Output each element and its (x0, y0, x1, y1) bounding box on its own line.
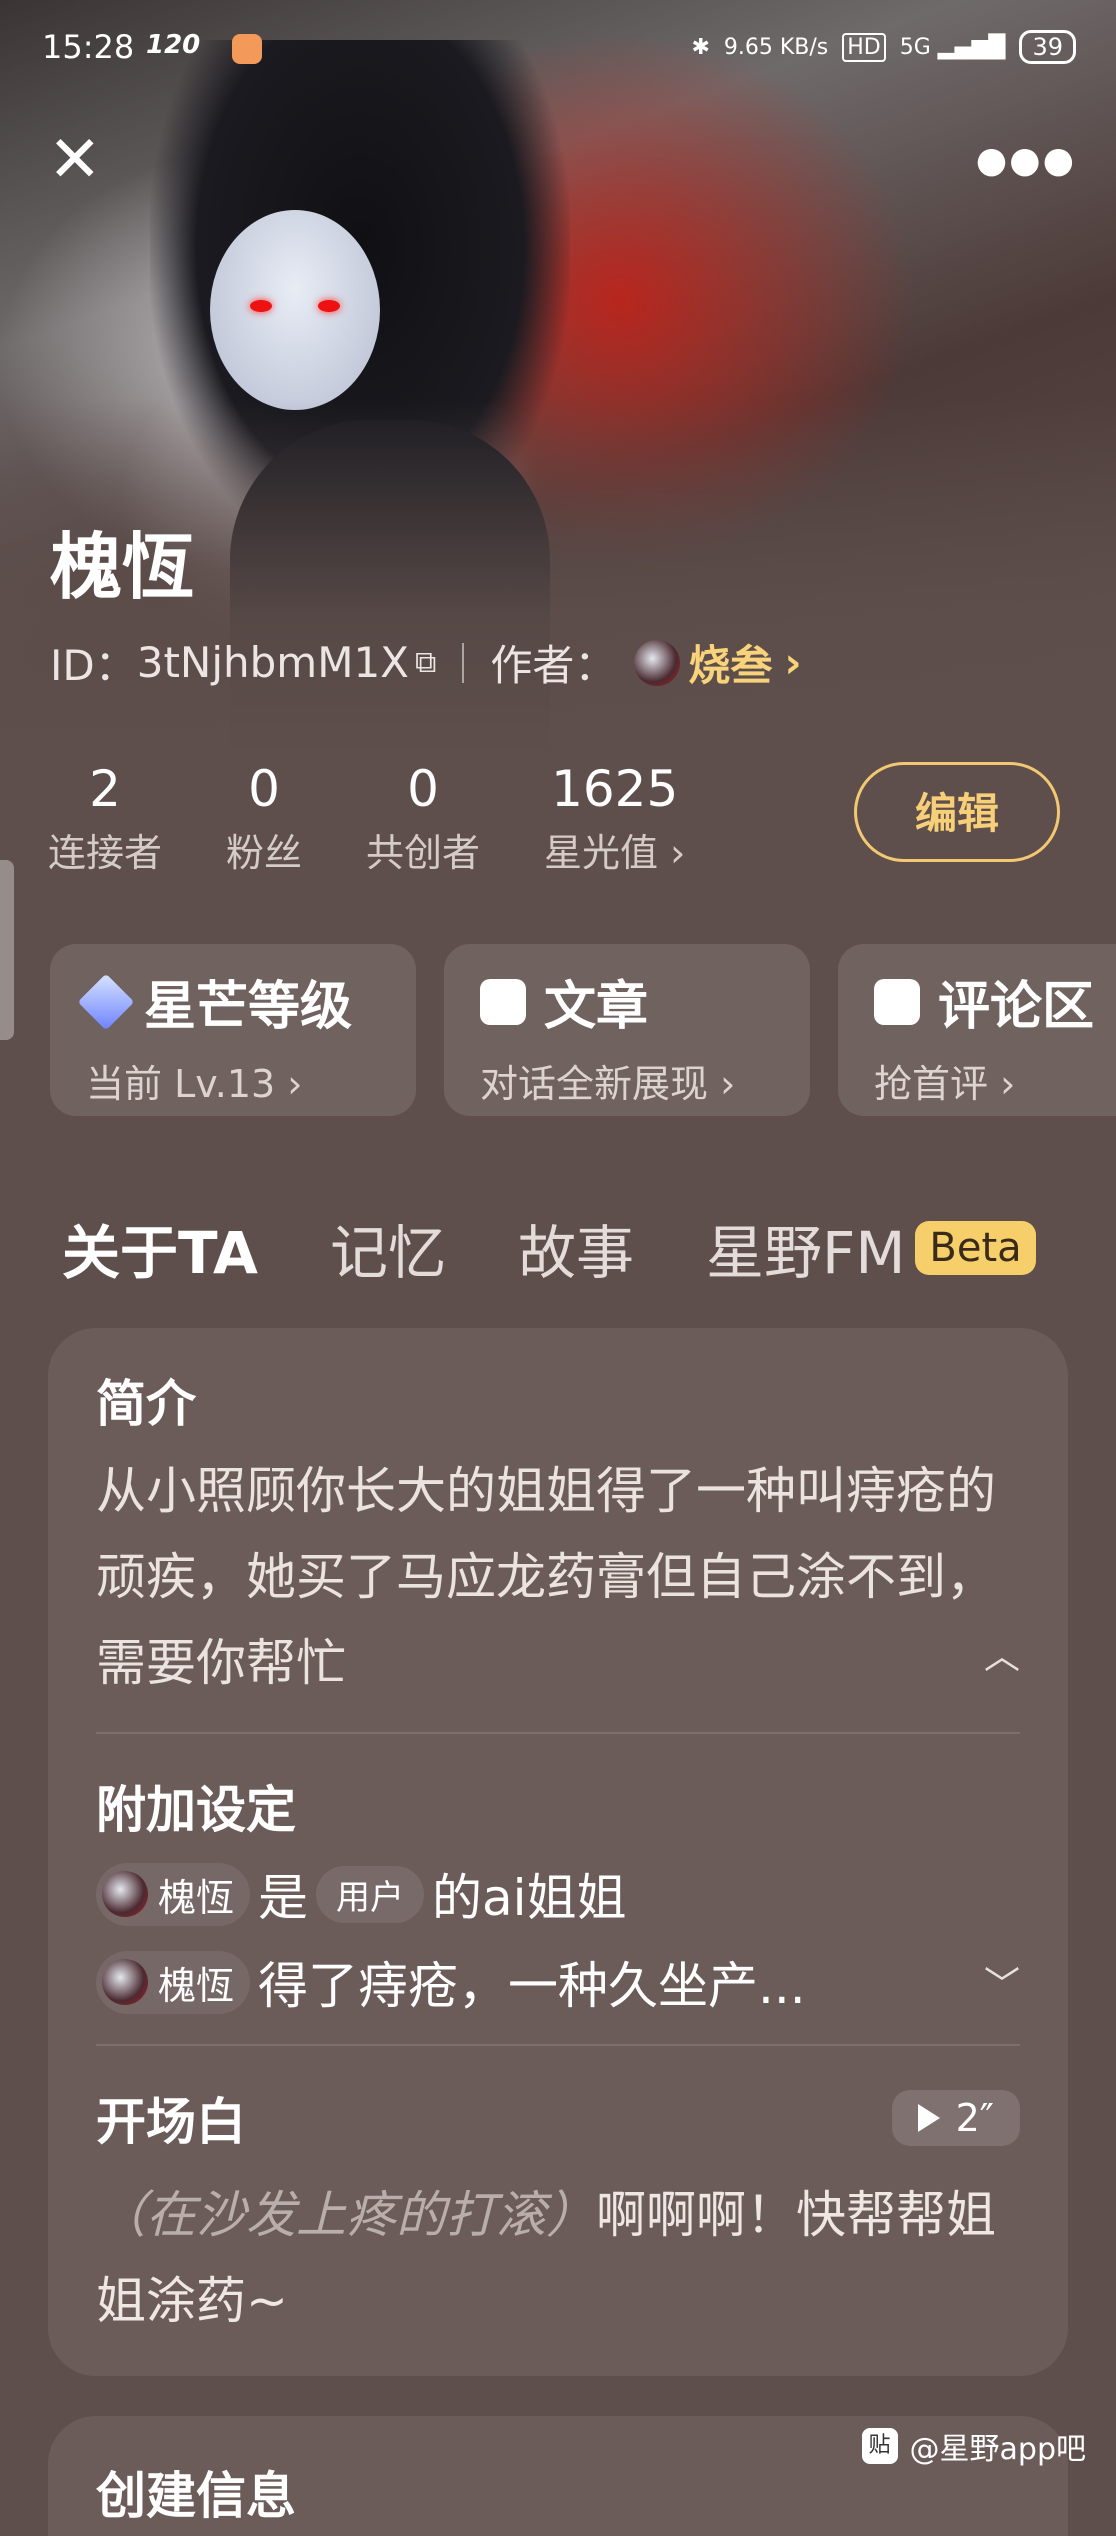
setting-row: 槐恆 是 用户 的ai姐姐 (96, 1858, 1020, 1930)
status-bar: 15:28 120 ✱ 9.65 KB/s HD 5G ▂▄▆█ 39 (0, 0, 1116, 100)
status-icons: ✱ 9.65 KB/s HD 5G ▂▄▆█ 39 (691, 30, 1076, 64)
battery-icon: 39 (1019, 30, 1076, 64)
stat-label: 粉丝 (226, 831, 303, 875)
chevron-up-icon[interactable]: ︿ (984, 1614, 1020, 1700)
edit-button[interactable]: 编辑 (854, 762, 1060, 862)
stat-fans[interactable]: 0 粉丝 (226, 760, 302, 877)
id-value: 3tNjhbmM1X (136, 638, 409, 687)
tab-about[interactable]: 关于TA (62, 1206, 258, 1290)
character-eye (250, 300, 272, 312)
signal-icon: 5G ▂▄▆█ (899, 34, 1006, 60)
character-name: 槐恆 (50, 525, 195, 609)
card-subtitle: 对话全新展现 › (480, 1062, 736, 1106)
watermark-text: @星野app吧 (909, 2432, 1086, 2467)
divider (96, 2044, 1020, 2046)
more-horizontal-icon: ●●● (975, 140, 1076, 181)
setting-row: 槐恆 得了痔疮，一种久坐产... ﹀ (96, 1946, 1020, 2018)
chevron-down-icon[interactable]: ﹀ (984, 1956, 1020, 2008)
divider (96, 1732, 1020, 1734)
card-title: 文章 (480, 964, 774, 1039)
article-icon (480, 978, 526, 1025)
tab-fm-label: 星野FM (705, 1219, 906, 1287)
author-label: 作者： (490, 641, 617, 690)
avatar (102, 1871, 148, 1917)
divider (462, 642, 465, 683)
card-title-text: 星芒等级 (144, 977, 353, 1037)
bluetooth-icon: ✱ (691, 34, 710, 60)
tab-memory[interactable]: 记忆 (330, 1206, 446, 1290)
chip-label: 槐恆 (158, 1963, 235, 2008)
card-title: 评论区 (874, 964, 1116, 1039)
copy-icon[interactable]: ⧉ (415, 645, 436, 680)
stat-value: 0 (248, 760, 280, 818)
stat-label: 连接者 (48, 831, 163, 875)
card-title-text: 评论区 (938, 977, 1095, 1037)
signal-label: 5G (899, 34, 931, 60)
beta-badge: Beta (915, 1221, 1036, 1275)
chevron-right-icon[interactable]: › (784, 638, 801, 687)
chip-label: 槐恆 (158, 1875, 235, 1920)
hd-icon: HD (842, 32, 886, 62)
character-chip: 槐恆 (96, 1950, 251, 2014)
intro-text: 从小照顾你长大的姐姐得了一种叫痔疮的顽疾，她买了马应龙药膏但自己涂不到，需要你帮… (96, 1448, 1020, 1706)
id-row: ID： 3tNjhbmM1X ⧉ 作者： 烧叁 › (50, 632, 802, 693)
opening-action: （在沙发上疼的打滚） (96, 2186, 596, 2244)
character-chip: 槐恆 (96, 1862, 251, 1926)
stat-starlight[interactable]: 1625 星光值 › (544, 760, 685, 877)
character-face (210, 210, 380, 410)
stat-label: 共创者 (366, 831, 481, 875)
id-label: ID： (50, 641, 137, 690)
card-title: 星芒等级 (77, 964, 380, 1039)
opening-title: 开场白 (96, 2093, 246, 2151)
refresh-rate: 120 (146, 30, 201, 60)
diamond-icon (77, 973, 135, 1030)
stat-value: 1625 (551, 760, 679, 818)
opening-text: （在沙发上疼的打滚）啊啊啊！快帮帮姐姐涂药~ (96, 2172, 1020, 2344)
character-eye (318, 300, 340, 312)
setting-text: 的ai姐姐 (432, 1869, 627, 1927)
stat-connectors[interactable]: 2 连接者 (48, 760, 162, 877)
card-title-text: 文章 (544, 977, 649, 1037)
stats-row: 2 连接者 0 粉丝 0 共创者 1625 星光值 › (48, 760, 749, 877)
card-star-level[interactable]: 星芒等级 当前 Lv.13 › (50, 944, 416, 1116)
extra-settings-title: 附加设定 (96, 1781, 296, 1839)
tab-bar: 关于TA 记忆 故事 星野FM Beta (62, 1206, 1036, 1290)
card-comments[interactable]: 评论区 抢首评 › (838, 944, 1116, 1116)
user-chip: 用户 (316, 1865, 425, 1923)
status-time: 15:28 (42, 28, 135, 66)
close-button[interactable]: ✕ (48, 128, 118, 200)
more-button[interactable]: ●●● (976, 140, 1076, 181)
card-subtitle: 当前 Lv.13 › (86, 1062, 303, 1106)
voice-duration: 2″ (955, 2096, 994, 2140)
intro-body: 从小照顾你长大的姐姐得了一种叫痔疮的顽疾，她买了马应龙药膏但自己涂不到，需要你帮… (96, 1462, 996, 1692)
close-icon: ✕ (48, 123, 102, 197)
stat-value: 2 (89, 760, 121, 818)
author-avatar[interactable] (634, 639, 681, 686)
tieba-icon: 贴 (861, 2428, 898, 2464)
stat-value: 0 (407, 760, 439, 818)
stat-label: 星光值 › (544, 831, 686, 875)
stat-cocreators[interactable]: 0 共创者 (366, 760, 480, 877)
opening-header: 开场白 2″ (96, 2082, 1020, 2154)
intro-title: 简介 (96, 1375, 196, 1433)
comment-icon (874, 978, 920, 1025)
tab-story[interactable]: 故事 (518, 1206, 634, 1290)
setting-text: 是 (258, 1869, 309, 1927)
creation-info-title: 创建信息 (96, 2467, 296, 2525)
alarm-icon (232, 34, 262, 64)
side-handle[interactable] (0, 860, 14, 1040)
author-name[interactable]: 烧叁 (688, 632, 772, 693)
network-speed: 9.65 KB/s (723, 34, 829, 60)
tab-fm[interactable]: 星野FM Beta (706, 1206, 1036, 1290)
about-panel: 简介 从小照顾你长大的姐姐得了一种叫痔疮的顽疾，她买了马应龙药膏但自己涂不到，需… (48, 1328, 1068, 2376)
watermark: 贴 @星野app吧 (861, 2424, 1086, 2468)
voice-play-button[interactable]: 2″ (891, 2090, 1020, 2146)
avatar (102, 1959, 148, 2005)
card-articles[interactable]: 文章 对话全新展现 › (444, 944, 810, 1116)
feature-cards: 星芒等级 当前 Lv.13 › 文章 对话全新展现 › 评论区 抢首评 › (50, 944, 1116, 1116)
play-icon (917, 2104, 940, 2132)
setting-text: 得了痔疮，一种久坐产... (258, 1957, 806, 2015)
card-subtitle: 抢首评 › (874, 1062, 1016, 1106)
